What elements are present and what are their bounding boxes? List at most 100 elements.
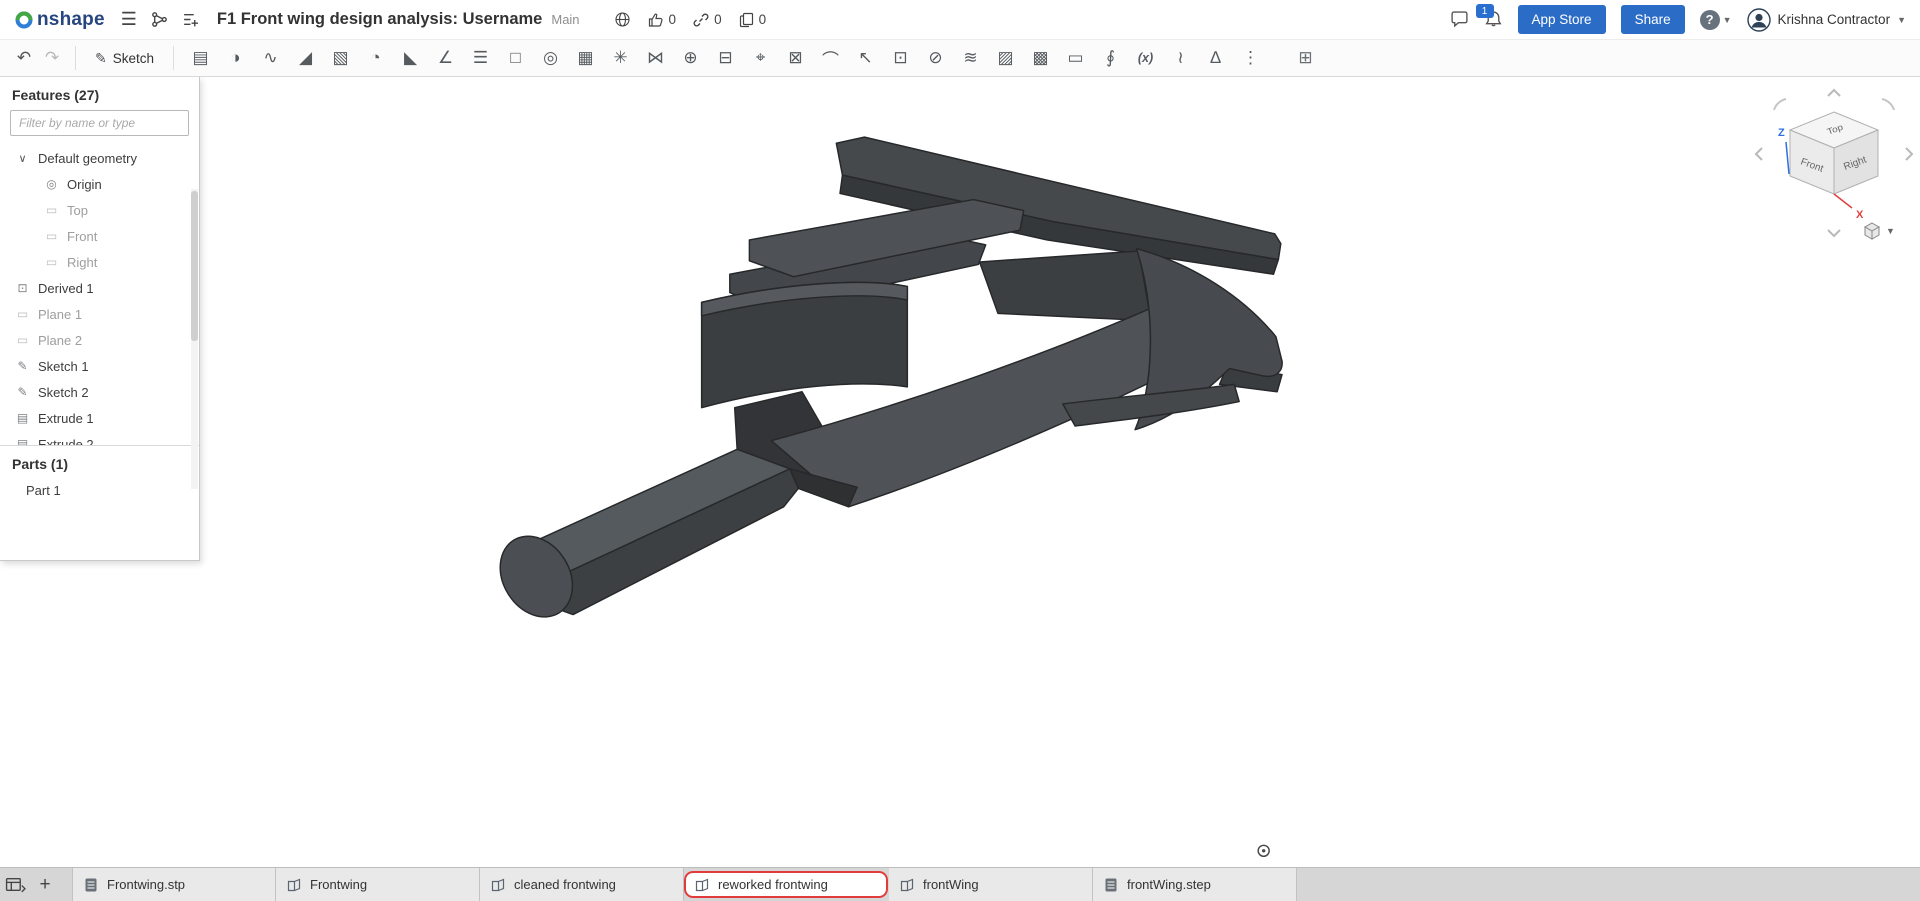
hole-icon[interactable]: ◎: [533, 40, 568, 76]
like-count-value: 0: [668, 12, 677, 27]
feature-item-sketch-2[interactable]: ✎ Sketch 2: [0, 379, 199, 405]
add-tab-button[interactable]: +: [30, 868, 60, 901]
feature-item-plane-2[interactable]: ▭ Plane 2: [0, 327, 199, 353]
variable-icon[interactable]: (x): [1128, 40, 1163, 76]
onshape-logo[interactable]: nshape: [14, 9, 105, 31]
scrollbar-thumb[interactable]: [191, 191, 198, 341]
thicken-icon[interactable]: ▧: [323, 40, 358, 76]
helix-icon[interactable]: ∮: [1093, 40, 1128, 76]
feature-label: Extrude 2: [38, 436, 94, 446]
undo-button[interactable]: ↶: [10, 48, 38, 68]
feature-item-plane-1[interactable]: ▭ Plane 1: [0, 301, 199, 327]
fill-surface-icon[interactable]: ▩: [1023, 40, 1058, 76]
rotate-up-arrow[interactable]: [1827, 88, 1841, 97]
feature-item-extrude-1[interactable]: ▤ Extrude 1: [0, 405, 199, 431]
boundary-surface-icon[interactable]: ▨: [988, 40, 1023, 76]
feature-item-sketch-1[interactable]: ✎ Sketch 1: [0, 353, 199, 379]
composite-curve-icon[interactable]: ⋮: [1233, 40, 1268, 76]
chevron-down-icon: ▼: [1897, 14, 1906, 25]
delete-face-icon[interactable]: ⊘: [918, 40, 953, 76]
extrude-icon[interactable]: ▤: [183, 40, 218, 76]
delete-part-icon[interactable]: ⊠: [778, 40, 813, 76]
projected-curve-icon[interactable]: ∆: [1198, 40, 1233, 76]
rotate-left-arrow[interactable]: [1754, 147, 1763, 161]
transform-icon[interactable]: ⌖: [743, 40, 778, 76]
loft-icon[interactable]: ◢: [288, 40, 323, 76]
share-button[interactable]: Share: [1620, 5, 1685, 34]
chevron-icon[interactable]: ∨: [15, 152, 30, 165]
tab-label: Frontwing: [310, 877, 368, 892]
feature-label: Front: [67, 228, 98, 244]
revolve-icon[interactable]: ◑: [218, 40, 253, 76]
features-scrollbar[interactable]: [191, 189, 198, 489]
tab-frontwing-step[interactable]: frontWing.step: [1093, 868, 1297, 901]
canvas-target-dot[interactable]: [1257, 844, 1270, 858]
app-store-button[interactable]: App Store: [1517, 5, 1606, 34]
roll-cw-arrow[interactable]: [1881, 98, 1895, 111]
sweep-icon[interactable]: ∿: [253, 40, 288, 76]
replace-face-icon[interactable]: ⊡: [883, 40, 918, 76]
feature-item-extrude-2[interactable]: ▤ Extrude 2: [0, 431, 199, 446]
feature-item-default-geometry[interactable]: ∨ Default geometry: [0, 145, 199, 171]
tab-cleaned-frontwing[interactable]: cleaned frontwing: [480, 868, 684, 901]
link-count[interactable]: 0: [693, 12, 722, 28]
feature-item-right[interactable]: ▭ Right: [0, 249, 199, 275]
circular-pattern-icon[interactable]: ✳: [603, 40, 638, 76]
move-face-icon[interactable]: ↖: [848, 40, 883, 76]
feature-label: Top: [67, 202, 88, 218]
tab-frontwing-stp[interactable]: Frontwing.stp: [72, 868, 276, 901]
linear-pattern-icon[interactable]: ▦: [568, 40, 603, 76]
view-options-menu[interactable]: ▼: [1862, 221, 1895, 241]
public-globe-icon[interactable]: [614, 11, 631, 28]
tab-manager-icon[interactable]: [0, 868, 30, 901]
chamfer-icon[interactable]: ◣: [393, 40, 428, 76]
tab-reworked-frontwing[interactable]: reworked frontwing: [684, 871, 888, 898]
shell-icon[interactable]: □: [498, 40, 533, 76]
mirror-icon[interactable]: ⋈: [638, 40, 673, 76]
rib-icon[interactable]: ☰: [463, 40, 498, 76]
boolean-icon[interactable]: ⊕: [673, 40, 708, 76]
plane-icon[interactable]: ▭: [1058, 40, 1093, 76]
feature-item-derived-1[interactable]: ⊡ Derived 1: [0, 275, 199, 301]
modify-fillet-icon[interactable]: ⌒: [813, 40, 848, 76]
user-menu[interactable]: Krishna Contractor ▼: [1746, 7, 1906, 32]
comment-icon[interactable]: [1450, 10, 1469, 29]
version-tree-icon[interactable]: [151, 11, 168, 28]
chevron-down-icon: ▼: [1722, 14, 1732, 25]
rotate-right-arrow[interactable]: [1905, 147, 1914, 161]
feature-label: Sketch 2: [38, 384, 89, 400]
notifications-bell-icon[interactable]: 1: [1475, 4, 1503, 29]
workspace-name[interactable]: Main: [551, 12, 579, 27]
curve-icon[interactable]: ≀: [1163, 40, 1198, 76]
split-icon[interactable]: ⊟: [708, 40, 743, 76]
offset-surface-icon[interactable]: ≋: [953, 40, 988, 76]
part-item-part-1[interactable]: Part 1: [0, 477, 199, 503]
model-canvas[interactable]: [0, 0, 1920, 901]
roll-ccw-arrow[interactable]: [1773, 98, 1787, 111]
draft-icon[interactable]: ∠: [428, 40, 463, 76]
tab-label: frontWing: [923, 877, 979, 892]
help-menu[interactable]: ? ▼: [1699, 9, 1732, 30]
feature-tool-icons: ▤ ◑ ∿ ◢ ▧ ◔ ◣ ∠ ☰ □ ◎ ▦ ✳ ⋈ ⊕ ⊟ ⌖ ⊠ ⌒ ↖ ⊡ ⊘ ≋ ▨ ▩ ▭ ∮ (x) ≀ ∆ ⋮ ⊞: [183, 40, 1323, 76]
custom-feature-icon[interactable]: ⊞: [1288, 40, 1323, 76]
sketch-button[interactable]: ✎ Sketch: [85, 46, 164, 71]
features-filter-input[interactable]: [10, 110, 189, 136]
fillet-icon[interactable]: ◔: [358, 40, 393, 76]
main-menu-icon[interactable]: ☰: [121, 9, 137, 30]
f1-front-wing-model[interactable]: [486, 136, 1283, 630]
insert-version-icon[interactable]: [182, 11, 199, 28]
tab-frontwing[interactable]: Frontwing: [276, 868, 480, 901]
feature-item-top[interactable]: ▭ Top: [0, 197, 199, 223]
feature-label: Derived 1: [38, 280, 94, 296]
tab-frontwing[interactable]: frontWing: [889, 868, 1093, 901]
onshape-logo-icon: [15, 11, 33, 28]
feature-item-origin[interactable]: ◎ Origin: [0, 171, 199, 197]
redo-button[interactable]: ↷: [38, 48, 66, 68]
view-cube-icon: [1863, 222, 1881, 240]
rotate-down-arrow[interactable]: [1827, 229, 1841, 238]
z-axis-label: Z: [1778, 127, 1785, 139]
feature-item-front[interactable]: ▭ Front: [0, 223, 199, 249]
copy-count[interactable]: 0: [739, 12, 766, 28]
like-count[interactable]: 0: [648, 12, 677, 28]
feature-label: Right: [67, 254, 98, 270]
